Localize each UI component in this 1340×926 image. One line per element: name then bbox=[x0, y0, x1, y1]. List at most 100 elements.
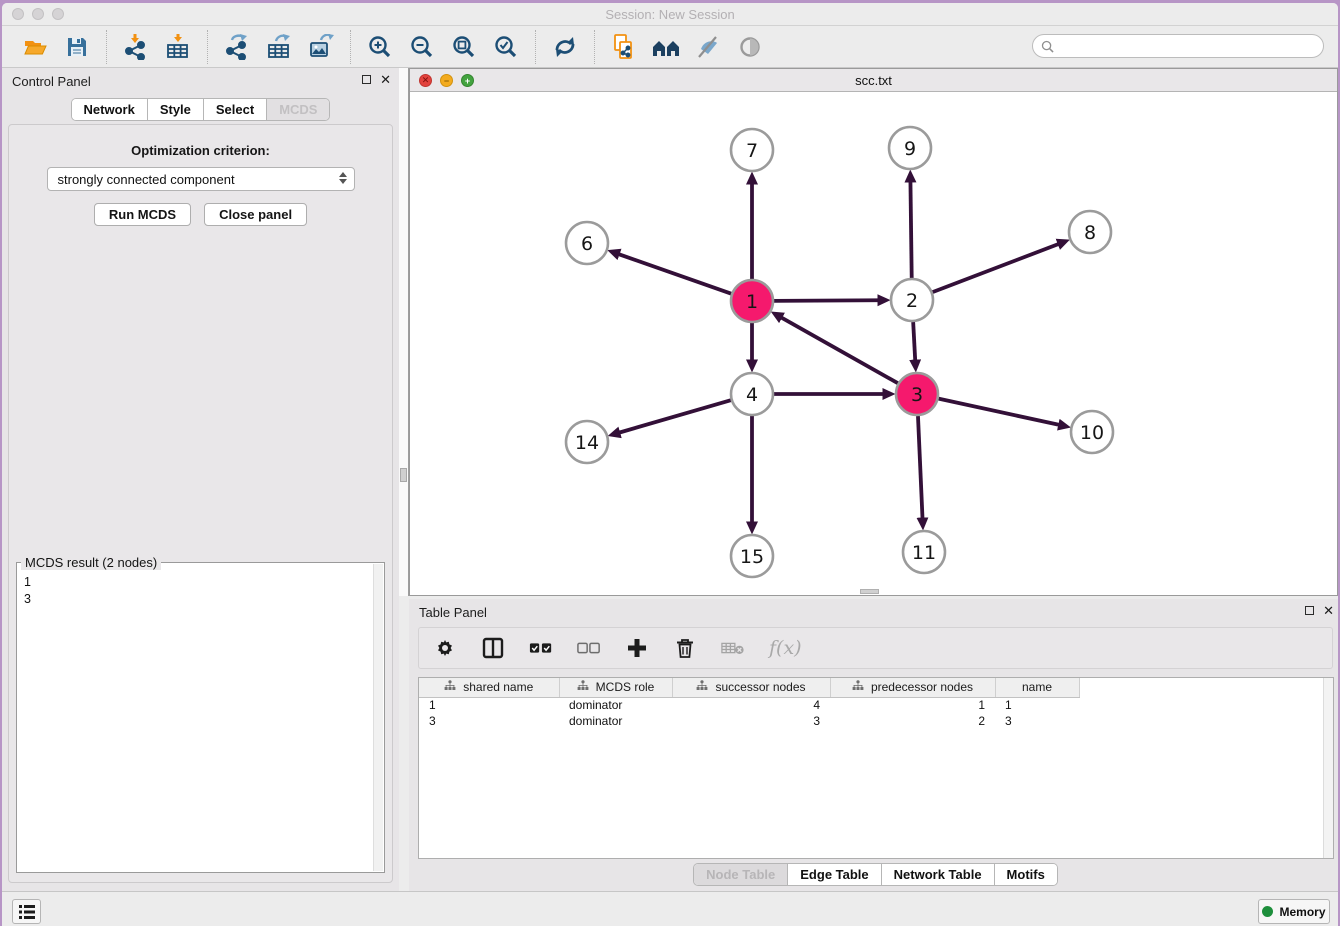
graph-edge-2-9[interactable] bbox=[910, 182, 911, 278]
export-table-icon[interactable] bbox=[264, 32, 294, 62]
tab-node-table[interactable]: Node Table bbox=[694, 864, 788, 885]
table-cell[interactable]: 3 bbox=[672, 713, 830, 729]
table-scrollbar[interactable] bbox=[1323, 678, 1333, 858]
zoom-out-icon[interactable] bbox=[407, 32, 437, 62]
close-panel-icon[interactable]: ✕ bbox=[380, 74, 391, 85]
graph-edge-1-6[interactable] bbox=[619, 254, 731, 293]
task-list-icon bbox=[18, 904, 36, 920]
table-cell[interactable]: dominator bbox=[559, 713, 672, 729]
memory-status-icon bbox=[1262, 906, 1273, 917]
export-network-icon[interactable] bbox=[222, 32, 252, 62]
optimization-criterion-select[interactable]: strongly connected component bbox=[47, 167, 355, 191]
table-row[interactable]: 3dominator323 bbox=[419, 713, 1079, 729]
export-image-icon[interactable] bbox=[306, 32, 336, 62]
refresh-layout-icon[interactable] bbox=[550, 32, 580, 62]
graph-node-6[interactable]: 6 bbox=[566, 222, 608, 264]
clone-network-icon[interactable] bbox=[609, 32, 639, 62]
function-builder-icon[interactable]: f(x) bbox=[769, 637, 802, 659]
graph-node-1[interactable]: 1 bbox=[731, 280, 773, 322]
deselect-all-columns-icon[interactable] bbox=[577, 636, 601, 660]
delete-column-icon[interactable] bbox=[673, 636, 697, 660]
graph-node-9[interactable]: 9 bbox=[889, 127, 931, 169]
delete-table-icon[interactable] bbox=[721, 636, 745, 660]
save-session-icon[interactable] bbox=[62, 32, 92, 62]
open-session-icon[interactable] bbox=[20, 32, 50, 62]
graph-node-15[interactable]: 15 bbox=[731, 535, 773, 577]
column-header-MCDS-role[interactable]: MCDS role bbox=[559, 678, 672, 697]
column-header-successor-nodes[interactable]: successor nodes bbox=[672, 678, 830, 697]
tab-network[interactable]: Network bbox=[72, 99, 148, 120]
vertical-scrollbar[interactable] bbox=[399, 68, 409, 596]
close-panel-button[interactable]: Close panel bbox=[204, 203, 307, 226]
split-panel-icon[interactable] bbox=[481, 636, 505, 660]
zoom-in-icon[interactable] bbox=[365, 32, 395, 62]
graph-edge-3-11[interactable] bbox=[918, 416, 923, 518]
graph-node-2[interactable]: 2 bbox=[891, 279, 933, 321]
tab-motifs[interactable]: Motifs bbox=[995, 864, 1057, 885]
svg-text:4: 4 bbox=[746, 384, 758, 406]
show-graphics-details-icon[interactable] bbox=[735, 32, 765, 62]
shared-column-icon bbox=[696, 680, 708, 694]
network-graph[interactable]: 7 9 6 8 1 2 4 3 14 10 15 11 bbox=[410, 92, 1337, 595]
table-cell[interactable]: 4 bbox=[672, 697, 830, 713]
hide-graphics-details-icon[interactable] bbox=[693, 32, 723, 62]
graph-node-4[interactable]: 4 bbox=[731, 373, 773, 415]
memory-label: Memory bbox=[1279, 905, 1325, 919]
graph-edge-2-3[interactable] bbox=[913, 322, 915, 360]
run-mcds-button[interactable]: Run MCDS bbox=[94, 203, 191, 226]
graph-node-11[interactable]: 11 bbox=[903, 531, 945, 573]
graph-node-8[interactable]: 8 bbox=[1069, 211, 1111, 253]
float-table-panel-icon[interactable] bbox=[1305, 606, 1314, 615]
vertical-scrollbar-thumb[interactable] bbox=[400, 468, 407, 482]
search-input[interactable] bbox=[1054, 39, 1323, 53]
column-header-name[interactable]: name bbox=[995, 678, 1079, 697]
import-network-icon[interactable] bbox=[121, 32, 151, 62]
graph-node-10[interactable]: 10 bbox=[1071, 411, 1113, 453]
column-header-shared-name[interactable]: shared name bbox=[419, 678, 559, 697]
graph-edge-1-2[interactable] bbox=[774, 300, 878, 301]
network-canvas[interactable]: 7 9 6 8 1 2 4 3 14 10 15 11 bbox=[410, 92, 1337, 595]
horizontal-scrollbar-thumb[interactable] bbox=[860, 589, 879, 594]
table-cell[interactable]: 3 bbox=[419, 713, 559, 729]
memory-button[interactable]: Memory bbox=[1258, 899, 1330, 924]
table-cell[interactable]: 1 bbox=[995, 697, 1079, 713]
graph-edge-4-14[interactable] bbox=[620, 400, 731, 432]
close-table-panel-icon[interactable]: ✕ bbox=[1323, 605, 1334, 616]
table-panel-title: Table Panel bbox=[419, 605, 487, 620]
optimization-criterion-value: strongly connected component bbox=[58, 172, 235, 187]
import-table-icon[interactable] bbox=[163, 32, 193, 62]
graph-node-3[interactable]: 3 bbox=[896, 373, 938, 415]
table-cell[interactable]: dominator bbox=[559, 697, 672, 713]
table-cell[interactable]: 1 bbox=[419, 697, 559, 713]
table-tabs: Node TableEdge TableNetwork TableMotifs bbox=[693, 863, 1058, 886]
graph-node-7[interactable]: 7 bbox=[731, 129, 773, 171]
zoom-selected-icon[interactable] bbox=[491, 32, 521, 62]
table-row[interactable]: 1dominator411 bbox=[419, 697, 1079, 713]
table-cell[interactable]: 2 bbox=[830, 713, 995, 729]
float-panel-icon[interactable] bbox=[362, 75, 371, 84]
tab-network-table[interactable]: Network Table bbox=[882, 864, 995, 885]
shared-column-icon bbox=[577, 680, 589, 694]
select-all-columns-icon[interactable] bbox=[529, 636, 553, 660]
svg-text:3: 3 bbox=[911, 384, 923, 406]
table-settings-icon[interactable] bbox=[433, 636, 457, 660]
tab-style[interactable]: Style bbox=[148, 99, 204, 120]
shared-column-icon bbox=[852, 680, 864, 694]
first-neighbors-icon[interactable] bbox=[651, 32, 681, 62]
graph-node-14[interactable]: 14 bbox=[566, 421, 608, 463]
search-icon bbox=[1041, 40, 1054, 53]
task-history-button[interactable] bbox=[12, 899, 41, 924]
tab-edge-table[interactable]: Edge Table bbox=[788, 864, 881, 885]
column-header-predecessor-nodes[interactable]: predecessor nodes bbox=[830, 678, 995, 697]
zoom-fit-icon[interactable] bbox=[449, 32, 479, 62]
graph-edge-2-8[interactable] bbox=[933, 244, 1059, 292]
tab-select[interactable]: Select bbox=[204, 99, 267, 120]
table-cell[interactable]: 1 bbox=[830, 697, 995, 713]
node-table: shared nameMCDS rolesuccessor nodesprede… bbox=[418, 677, 1334, 859]
tab-mcds[interactable]: MCDS bbox=[267, 99, 329, 120]
graph-edge-3-1[interactable] bbox=[782, 318, 898, 384]
graph-edge-3-10[interactable] bbox=[938, 399, 1058, 425]
table-cell[interactable]: 3 bbox=[995, 713, 1079, 729]
add-column-icon[interactable] bbox=[625, 636, 649, 660]
result-scrollbar[interactable] bbox=[373, 564, 383, 871]
